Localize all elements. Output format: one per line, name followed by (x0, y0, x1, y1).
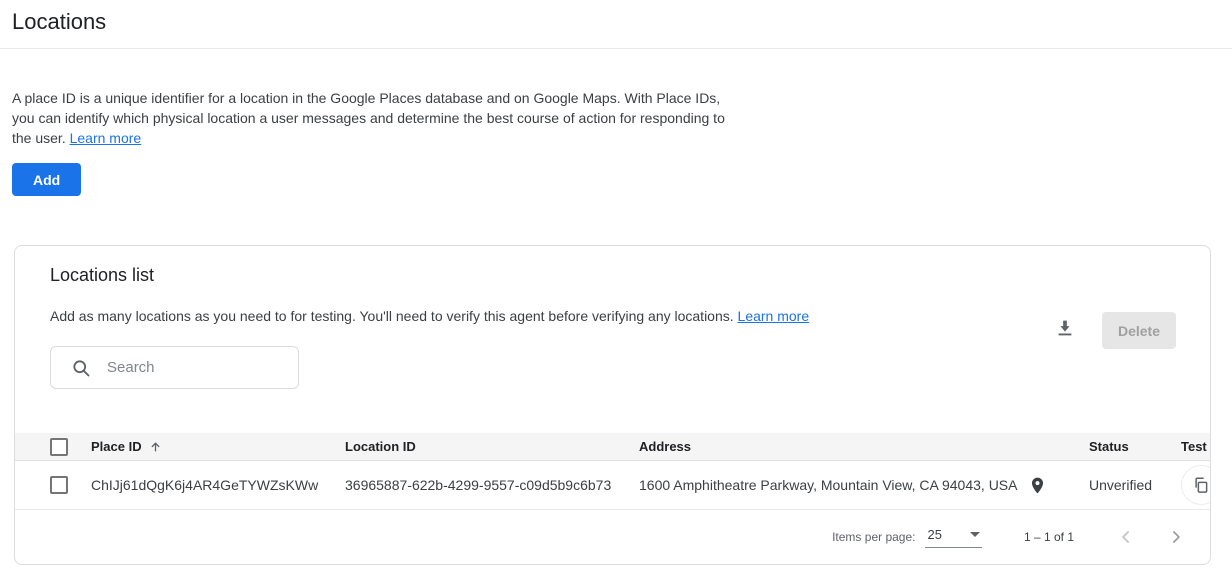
items-per-page-value: 25 (927, 527, 941, 542)
map-pin-icon[interactable] (1028, 476, 1047, 495)
search-box[interactable] (50, 346, 299, 389)
pagination-range: 1 – 1 of 1 (1024, 530, 1074, 544)
card-learn-more-link[interactable]: Learn more (738, 308, 810, 324)
table-header-row: Place ID Location ID Address Status Test… (15, 433, 1211, 461)
next-page-button[interactable] (1164, 525, 1188, 549)
search-input[interactable] (107, 359, 277, 376)
copy-icon (1192, 476, 1210, 494)
title-divider (0, 48, 1232, 49)
chevron-left-icon (1116, 527, 1136, 547)
previous-page-button[interactable] (1114, 525, 1138, 549)
intro-paragraph: A place ID is a unique identifier for a … (12, 88, 728, 148)
cell-place-id: ChIJj61dQgK6j4AR4GeTYWZsKWw (91, 477, 318, 493)
column-header-address[interactable]: Address (639, 439, 1089, 454)
cell-address: 1600 Amphitheatre Parkway, Mountain View… (639, 477, 1018, 493)
items-per-page-select[interactable]: 25 (925, 527, 981, 548)
table-row: ChIJj61dQgK6j4AR4GeTYWZsKWw 36965887-622… (15, 461, 1211, 510)
search-icon (71, 358, 91, 378)
copy-test-url-button[interactable] (1181, 465, 1211, 505)
table-footer: Items per page: 25 1 – 1 of 1 (15, 510, 1210, 564)
download-button[interactable] (1051, 314, 1079, 342)
column-header-status[interactable]: Status (1089, 439, 1181, 454)
page-title: Locations (12, 9, 106, 35)
delete-button[interactable]: Delete (1102, 312, 1176, 349)
select-all-checkbox[interactable] (50, 438, 68, 456)
column-header-test-urls[interactable]: Test URLs (1181, 439, 1211, 454)
cell-status: Unverified (1089, 477, 1181, 493)
row-checkbox[interactable] (50, 476, 68, 494)
items-per-page-label: Items per page: (832, 530, 915, 544)
card-description: Add as many locations as you need to for… (50, 306, 809, 326)
card-description-text: Add as many locations as you need to for… (50, 308, 738, 324)
column-header-location-id[interactable]: Location ID (345, 439, 639, 454)
card-title: Locations list (50, 265, 154, 286)
column-header-place-id[interactable]: Place ID (91, 439, 142, 454)
intro-learn-more-link[interactable]: Learn more (70, 130, 142, 146)
dropdown-caret-icon (970, 532, 980, 537)
cell-location-id: 36965887-622b-4299-9557-c09d5b9c6b73 (345, 477, 639, 493)
download-icon (1054, 317, 1076, 339)
sort-ascending-icon[interactable] (149, 440, 162, 453)
chevron-right-icon (1166, 527, 1186, 547)
add-button[interactable]: Add (12, 163, 81, 196)
locations-list-card: Locations list Add as many locations as … (14, 245, 1211, 565)
